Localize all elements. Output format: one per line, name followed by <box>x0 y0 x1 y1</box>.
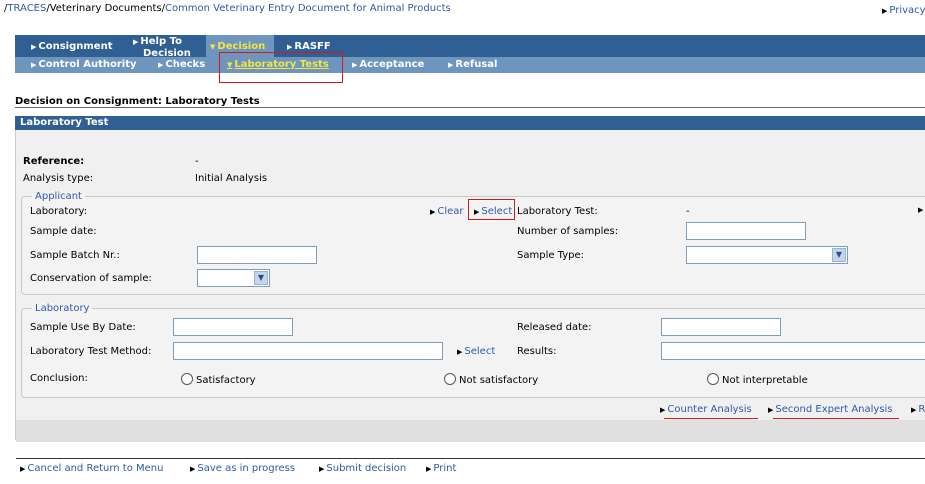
radio-not-satisfactory[interactable] <box>444 373 456 385</box>
number-of-samples-label: Number of samples: <box>517 226 619 237</box>
highlight-box <box>219 52 343 83</box>
arrow-right-icon: ▶ <box>352 61 358 69</box>
underline-mark <box>773 418 899 419</box>
arrow-right-icon: ▶ <box>190 465 196 473</box>
footer-strip <box>16 420 925 442</box>
section-bar: Laboratory Test <box>15 116 925 130</box>
arrow-right-icon: ▶ <box>430 208 436 216</box>
breadcrumb-vet-docs[interactable]: Veterinary Documents <box>50 3 162 14</box>
highlight-box <box>468 199 515 220</box>
breadcrumb-cved[interactable]: Common Veterinary Entry Document for Ani… <box>165 3 451 14</box>
arrow-down-icon: ▼ <box>210 43 216 51</box>
cancel-return-link[interactable]: ▶ Cancel and Return to Menu <box>20 463 163 474</box>
page-title: Decision on Consignment: Laboratory Test… <box>15 96 260 107</box>
arrow-right-icon: ▶ <box>287 43 293 51</box>
save-in-progress-link[interactable]: ▶ Save as in progress <box>190 463 295 474</box>
clear-link[interactable]: ▶ Clear <box>430 206 464 217</box>
analysis-type-label: Analysis type: <box>23 173 94 184</box>
conservation-select[interactable]: ▼ <box>197 269 270 287</box>
nav-consignment[interactable]: ▶ Consignment <box>31 41 112 52</box>
arrow-right-icon: ▶ <box>448 61 454 69</box>
arrow-right-icon: ▶ <box>31 43 37 51</box>
arrow-right-icon[interactable]: ▶ <box>918 206 923 214</box>
arrow-right-icon: ▶ <box>319 465 325 473</box>
nav-rasff[interactable]: ▶ RASFF <box>287 41 331 52</box>
submit-decision-link[interactable]: ▶ Submit decision <box>319 463 406 474</box>
arrow-right-icon: ▶ <box>426 465 432 473</box>
test-method-label: Laboratory Test Method: <box>30 346 152 357</box>
released-date-label: Released date: <box>517 322 592 333</box>
arrow-right-icon: ▶ <box>31 61 37 69</box>
arrow-right-icon: ▶ <box>20 465 26 473</box>
arrow-right-icon: ▶ <box>660 406 666 414</box>
laboratory-label: Laboratory: <box>30 206 88 217</box>
select-method-link[interactable]: ▶ Select <box>457 346 495 357</box>
conclusion-label: Conclusion: <box>30 373 88 384</box>
chevron-down-icon: ▼ <box>254 271 268 285</box>
breadcrumb-traces[interactable]: TRACES <box>7 3 46 14</box>
privacy-link[interactable]: ▶ Privacy <box>882 5 925 16</box>
lab-test-value: - <box>686 206 690 217</box>
sample-date-label: Sample date: <box>30 226 97 237</box>
breadcrumb: /TRACES/Veterinary Documents/Common Vete… <box>4 3 451 14</box>
released-date-input[interactable] <box>661 318 781 336</box>
arrow-right-icon: ▶ <box>133 38 139 46</box>
results-input[interactable] <box>661 342 925 360</box>
satisfactory-label: Satisfactory <box>196 375 256 386</box>
subnav-control-authority[interactable]: ▶ Control Authority <box>31 59 137 70</box>
subnav-checks[interactable]: ▶ Checks <box>158 59 205 70</box>
arrow-right-icon: ▶ <box>882 7 888 15</box>
laboratory-legend: Laboratory <box>32 303 93 314</box>
nav-help-to-decision[interactable]: ▶ Help To Decision <box>133 36 191 59</box>
radio-not-interpretable[interactable] <box>707 373 719 385</box>
sample-batch-input[interactable] <box>197 246 317 264</box>
test-method-input[interactable] <box>173 342 443 360</box>
underline-mark <box>664 418 758 419</box>
use-by-date-input[interactable] <box>173 318 293 336</box>
print-link[interactable]: ▶ Print <box>426 463 456 474</box>
section-title: Laboratory Test <box>20 117 109 128</box>
reference-value: - <box>195 156 199 167</box>
applicant-legend: Applicant <box>32 191 85 202</box>
arrow-right-icon: ▶ <box>911 406 917 414</box>
arrow-right-icon: ▶ <box>158 61 164 69</box>
analysis-type-value: Initial Analysis <box>195 173 268 184</box>
subnav-refusal[interactable]: ▶ Refusal <box>448 59 497 70</box>
arrow-right-icon: ▶ <box>457 348 463 356</box>
sample-type-select[interactable]: ▼ <box>686 246 848 264</box>
counter-analysis-link[interactable]: ▶ Counter Analysis <box>660 404 752 415</box>
second-expert-analysis-link[interactable]: ▶ Second Expert Analysis <box>768 404 893 415</box>
reference-label: Reference: <box>23 156 85 167</box>
use-by-date-label: Sample Use By Date: <box>30 322 136 333</box>
arrow-right-icon: ▶ <box>768 406 774 414</box>
radio-satisfactory[interactable] <box>181 373 193 385</box>
sample-type-label: Sample Type: <box>517 250 585 261</box>
sample-batch-label: Sample Batch Nr.: <box>30 250 120 261</box>
number-of-samples-input[interactable] <box>686 222 806 240</box>
footer-divider <box>16 458 925 459</box>
chevron-down-icon: ▼ <box>832 248 846 262</box>
not-satisfactory-label: Not satisfactory <box>459 375 539 386</box>
more-link[interactable]: ▶ R <box>911 404 925 415</box>
nav-decision[interactable]: ▼ Decision <box>210 41 265 52</box>
conservation-label: Conservation of sample: <box>30 273 152 284</box>
title-divider <box>15 107 925 108</box>
subnav-acceptance[interactable]: ▶ Acceptance <box>352 59 424 70</box>
lab-test-label: Laboratory Test: <box>517 206 598 217</box>
results-label: Results: <box>517 346 557 357</box>
panel-border <box>15 130 16 440</box>
not-interpretable-label: Not interpretable <box>722 375 808 386</box>
